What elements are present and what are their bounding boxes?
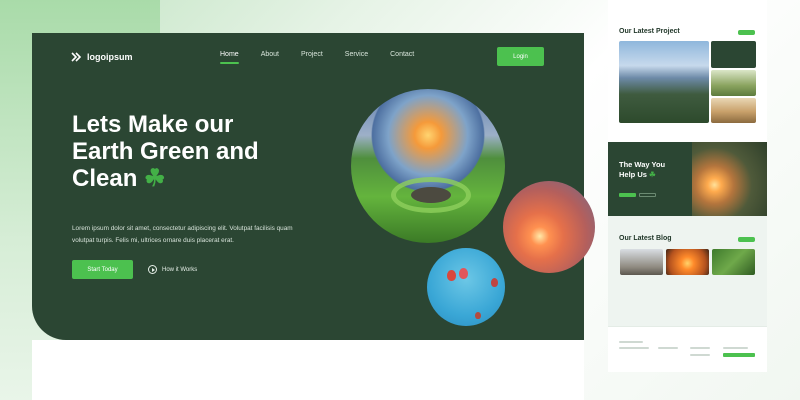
footer-text-line (658, 347, 678, 349)
projects-pill[interactable] (738, 30, 755, 35)
start-today-button[interactable]: Start Today (72, 260, 133, 279)
nav-home[interactable]: Home (220, 51, 239, 64)
blog-pill[interactable] (738, 237, 755, 242)
nav-about[interactable]: About (261, 51, 279, 62)
main-nav: Home About Project Service Contact (220, 51, 414, 64)
headline-line-1: Lets Make our (72, 111, 234, 138)
nav-contact[interactable]: Contact (390, 51, 414, 62)
logo-icon (71, 52, 82, 62)
nav-project[interactable]: Project (301, 51, 323, 62)
landscape-image (351, 89, 505, 243)
headline-clean: Clean (72, 165, 138, 192)
balloons-image (427, 248, 505, 326)
blog-card[interactable] (712, 249, 755, 301)
blog-card[interactable] (666, 249, 709, 301)
project-card-field[interactable] (711, 70, 756, 96)
help-section: The Way You Help Us ☘ (608, 142, 767, 216)
help-title-line-2: Help Us ☘ (619, 170, 689, 180)
headline-line-3: Clean ☘ (72, 165, 312, 192)
nav-service[interactable]: Service (345, 51, 368, 62)
clover-icon: ☘ (144, 165, 166, 192)
balloon (447, 270, 456, 281)
how-it-works-label: How it Works (162, 266, 198, 273)
hero-description: Lorem ipsum dolor sit amet, consectetur … (72, 225, 293, 244)
logo-text: logoipsum (87, 52, 133, 62)
blog-image (712, 249, 755, 275)
help-primary-button[interactable] (619, 193, 636, 197)
help-sunset-image (692, 142, 767, 216)
clover-icon-small: ☘ (649, 170, 656, 179)
preview-page: Our Latest Project The Way You Help Us ☘… (608, 0, 767, 372)
blog-image (666, 249, 709, 275)
help-title: The Way You Help Us ☘ (619, 160, 689, 180)
footer-subscribe-button[interactable] (723, 353, 755, 357)
blog-title: Our Latest Blog (619, 235, 672, 242)
hero-bottom-white (32, 340, 584, 400)
logo[interactable]: logoipsum (71, 52, 133, 62)
hero-headline: Lets Make our Earth Green and Clean ☘ (72, 111, 312, 192)
login-button[interactable]: Login (497, 47, 544, 66)
headline-line-2: Earth Green and (72, 138, 259, 165)
footer-text-line (723, 347, 748, 349)
projects-title: Our Latest Project (619, 28, 680, 35)
balloon (491, 278, 498, 287)
balloon (475, 312, 481, 319)
how-it-works-link[interactable]: How it Works (148, 265, 197, 274)
footer-text-line (690, 354, 710, 356)
blog-image (620, 249, 663, 275)
footer-logo-line (619, 341, 643, 343)
project-card-wheat[interactable] (711, 98, 756, 123)
project-main-image[interactable] (619, 41, 709, 123)
sunset-image (503, 181, 595, 273)
help-title-line-1: The Way You (619, 160, 666, 169)
help-secondary-button[interactable] (639, 193, 656, 197)
play-icon (148, 265, 157, 274)
help-title-text: Help Us (619, 170, 647, 179)
footer-text-line (619, 347, 649, 349)
footer-text-line (690, 347, 710, 349)
stone-center (411, 187, 451, 203)
blog-card[interactable] (620, 249, 663, 301)
project-card-dark[interactable] (711, 41, 756, 68)
balloon (459, 268, 468, 279)
footer (608, 326, 767, 372)
